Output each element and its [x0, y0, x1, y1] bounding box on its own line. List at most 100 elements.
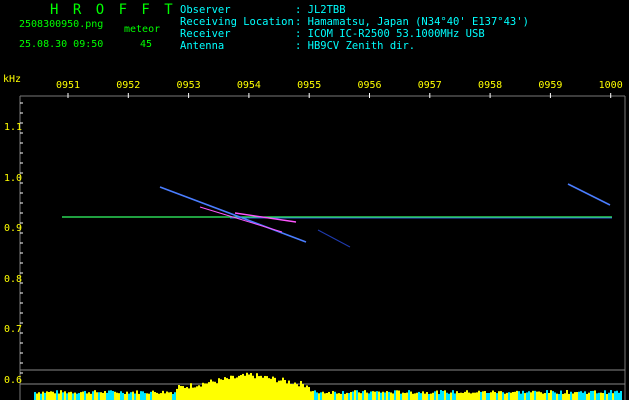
- spectrum-bar: [342, 391, 344, 400]
- spectrum-bar: [254, 378, 256, 400]
- spectrum-bar: [578, 391, 580, 400]
- spectrum-bar: [40, 393, 42, 400]
- y-tick-label: 1.0: [4, 172, 23, 184]
- spectrum-bar: [364, 390, 366, 400]
- spectrum-bar: [106, 392, 108, 400]
- spectrum-bar: [308, 387, 310, 400]
- spectrogram-plot: [19, 93, 626, 400]
- spectrum-bar: [74, 392, 76, 400]
- spectrum-bar: [300, 380, 302, 400]
- spectrum-bar: [230, 375, 232, 400]
- info-value-antenna: : HB9CV Zenith dir.: [295, 40, 416, 52]
- spectrum-bar: [222, 379, 224, 400]
- meteor-echo: [199, 206, 283, 233]
- spectrum-bar: [468, 392, 470, 400]
- spectrum-bar: [594, 390, 596, 400]
- spectrum-bar: [224, 377, 226, 400]
- spectrum-bar: [44, 392, 46, 400]
- spectrum-bar: [132, 391, 134, 400]
- spectrum-bar: [508, 392, 510, 400]
- y-tick-label: 1.1: [4, 122, 23, 133]
- spectrum-bar: [174, 392, 176, 400]
- spectrum-bar: [612, 393, 614, 400]
- spectrum-bar: [194, 387, 196, 400]
- spectrum-bar: [346, 392, 348, 400]
- spectrum-bar: [172, 393, 174, 400]
- spectrum-bar: [366, 392, 368, 400]
- spectrum-bar: [480, 391, 482, 400]
- spectrum-bar: [362, 391, 364, 400]
- spectrum-bar: [574, 392, 576, 400]
- spectrum-bar: [312, 391, 314, 400]
- spectrum-bar: [398, 390, 400, 400]
- spectrum-bar: [500, 391, 502, 400]
- x-tick-label: 1000: [598, 80, 623, 91]
- spectrum-bar: [84, 390, 86, 400]
- spectrum-bar: [540, 392, 542, 400]
- spectrum-bar: [598, 392, 600, 400]
- x-tick-label: 0957: [417, 80, 442, 91]
- spectrum-bar: [280, 380, 282, 400]
- spectrum-bar: [536, 391, 538, 400]
- spectrum-bar: [424, 393, 426, 400]
- info-value-location: : Hamamatsu, Japan (N34°40' E137°43'): [295, 16, 529, 28]
- spectrum-bar: [396, 390, 398, 400]
- x-tick-label: 0953: [176, 80, 201, 91]
- spectrum-bar: [532, 390, 534, 400]
- spectrum-bar: [442, 390, 444, 400]
- spectrum-bar: [146, 393, 148, 400]
- x-tick-label: 0955: [297, 80, 322, 91]
- spectrum-bar: [82, 391, 84, 400]
- spectrum-bar: [566, 390, 568, 400]
- spectrum-bar: [446, 392, 448, 400]
- spectrum-bar: [390, 392, 392, 400]
- spectrum-bar: [482, 391, 484, 400]
- spectrum-bar: [592, 390, 594, 400]
- spectrum-bar: [56, 390, 58, 400]
- spectrum-bar: [528, 391, 530, 400]
- spectrum-bar: [306, 385, 308, 400]
- spectrum-bar: [352, 391, 354, 400]
- spectrum-bar: [206, 383, 208, 400]
- spectrum-bar: [228, 379, 230, 400]
- spectrum-bar: [550, 390, 552, 400]
- spectrum-bar: [290, 383, 292, 400]
- spectrum-bar: [486, 392, 488, 400]
- spectrum-bar: [138, 393, 140, 400]
- spectrum-bar: [562, 393, 564, 400]
- spectrum-bar: [148, 393, 150, 400]
- spectrum-bar: [388, 391, 390, 400]
- spectrum-bar: [114, 391, 116, 400]
- spectrum-bar: [416, 392, 418, 400]
- spectrum-bar: [218, 378, 220, 400]
- spectrum-bar: [584, 391, 586, 400]
- spectrum-bar: [572, 393, 574, 400]
- timestamp: 25.08.30 09:50: [19, 39, 104, 50]
- x-tick-label: 0951: [55, 80, 81, 91]
- spectrum-bar: [320, 392, 322, 400]
- spectrum-bar: [54, 393, 56, 400]
- spectrum-bar: [298, 386, 300, 400]
- spectrum-bar: [208, 382, 210, 400]
- spectrum-bar: [464, 391, 466, 400]
- spectrum-bar: [170, 392, 172, 400]
- spectrum-bar: [406, 392, 408, 400]
- spectrum-bar: [470, 393, 472, 400]
- spectrum-bar: [62, 392, 64, 400]
- spectrum-bar: [182, 386, 184, 400]
- spectrum-bar: [420, 393, 422, 400]
- spectrum-bar: [110, 390, 112, 400]
- spectrum-bar: [438, 393, 440, 400]
- spectrum-bar: [188, 388, 190, 400]
- spectrum-bar: [88, 392, 90, 400]
- spectrum-bar: [124, 393, 126, 400]
- spectrum-bar: [244, 375, 246, 400]
- spectrum-bar: [374, 391, 376, 400]
- spectrum-bar: [78, 393, 80, 400]
- spectrum-bar: [326, 392, 328, 400]
- spectrum-bar: [404, 393, 406, 400]
- spectrum-bar: [286, 383, 288, 400]
- spectrum-bar: [620, 390, 622, 400]
- spectrum-bar: [60, 390, 62, 400]
- spectrum-bar: [378, 391, 380, 400]
